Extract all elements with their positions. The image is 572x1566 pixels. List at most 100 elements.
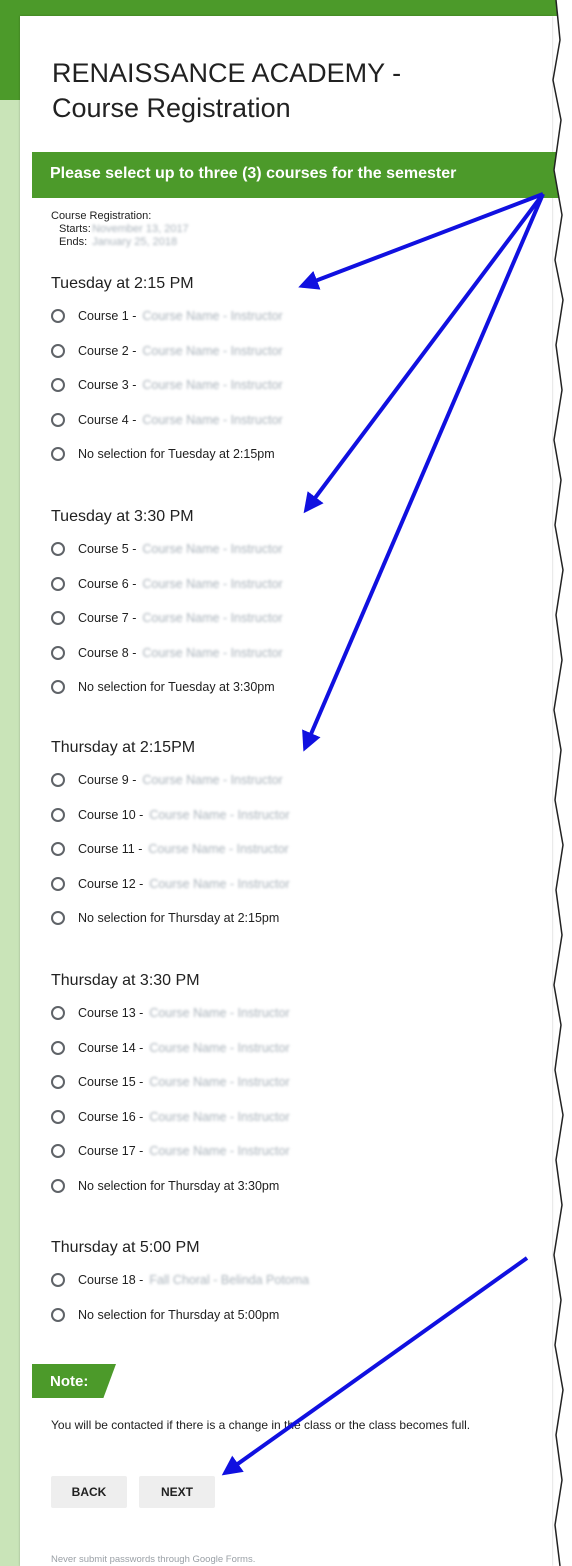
radio-button[interactable] — [51, 1075, 65, 1089]
radio-button[interactable] — [51, 1307, 65, 1322]
option-course-detail: Course Name - Instructor — [142, 378, 283, 392]
radio-button[interactable] — [51, 1144, 65, 1158]
question-title: Thursday at 5:00 PM — [51, 1239, 200, 1256]
footer-disclaimer: Never submit passwords through Google Fo… — [51, 1554, 256, 1565]
radio-button[interactable] — [51, 911, 65, 925]
option-label[interactable]: No selection for Tuesday at 3:30pm — [78, 680, 275, 694]
option-label[interactable]: Course 12 - Course Name - Instructor — [78, 877, 290, 891]
radio-option[interactable]: Course 11 - Course Name - Instructor — [51, 839, 289, 859]
option-label[interactable]: Course 13 - Course Name - Instructor — [78, 1006, 290, 1020]
radio-option[interactable]: Course 18 - Fall Choral - Belinda Potoma — [51, 1270, 309, 1290]
option-course-number: No selection for Thursday at 5:00pm — [78, 1307, 280, 1322]
option-course-number: Course 10 - — [78, 807, 144, 822]
radio-button[interactable] — [51, 876, 65, 891]
option-course-number: No selection for Thursday at 3:30pm — [78, 1178, 280, 1193]
option-label[interactable]: Course 17 - Course Name - Instructor — [78, 1144, 290, 1158]
option-label[interactable]: Course 3 - Course Name - Instructor — [78, 378, 283, 392]
option-label[interactable]: Course 10 - Course Name - Instructor — [78, 808, 290, 822]
option-label[interactable]: Course 6 - Course Name - Instructor — [78, 577, 283, 591]
radio-option[interactable]: Course 2 - Course Name - Instructor — [51, 341, 283, 361]
radio-button[interactable] — [51, 645, 65, 660]
radio-option[interactable]: Course 8 - Course Name - Instructor — [51, 643, 283, 663]
radio-option[interactable]: Course 15 - Course Name - Instructor — [51, 1072, 290, 1092]
option-label[interactable]: Course 15 - Course Name - Instructor — [78, 1075, 290, 1089]
option-course-detail: Course Name - Instructor — [142, 309, 283, 323]
radio-button[interactable] — [51, 576, 65, 591]
option-course-detail: Course Name - Instructor — [149, 876, 290, 891]
option-course-detail: Course Name - Instructor — [149, 1040, 290, 1055]
starts-label: Starts: — [59, 223, 91, 235]
theme-banner — [0, 0, 572, 16]
option-course-number: Course 8 - — [78, 645, 137, 660]
torn-edge — [552, 0, 572, 1566]
option-course-number: Course 3 - — [78, 378, 137, 392]
radio-button[interactable] — [51, 1109, 65, 1124]
radio-option[interactable]: Course 4 - Course Name - Instructor — [51, 410, 283, 430]
theme-side-band — [0, 0, 20, 1566]
option-label[interactable]: Course 9 - Course Name - Instructor — [78, 773, 283, 787]
radio-option[interactable]: Course 17 - Course Name - Instructor — [51, 1141, 290, 1161]
option-label[interactable]: Course 16 - Course Name - Instructor — [78, 1110, 290, 1124]
option-label[interactable]: No selection for Thursday at 5:00pm — [78, 1308, 279, 1322]
radio-button[interactable] — [51, 1040, 65, 1055]
ends-label: Ends: — [59, 236, 88, 248]
question-section: Tuesday at 2:15 PM Course 1 - Course Name … — [51, 274, 283, 461]
registration-dates: Course Registration: Starts: November 13… — [51, 210, 189, 249]
question-section: Tuesday at 3:30 PM Course 5 - Course Name … — [51, 507, 283, 694]
radio-button[interactable] — [51, 807, 65, 822]
radio-button[interactable] — [51, 842, 65, 856]
question-section: Thursday at 5:00 PM Course 18 - Fall Chora… — [51, 1238, 309, 1322]
question-title: Thursday at 3:30 PM — [51, 972, 200, 989]
next-button[interactable]: NEXT — [139, 1476, 215, 1508]
radio-button[interactable] — [51, 542, 65, 556]
radio-button[interactable] — [51, 1006, 65, 1020]
radio-option[interactable]: No selection for Thursday at 2:15pm — [51, 908, 279, 928]
radio-option[interactable]: Course 12 - Course Name - Instructor — [51, 874, 290, 894]
starts-row: Starts: November 13, 2017 — [51, 223, 189, 236]
question-title: Tuesday at 3:30 PM — [51, 508, 194, 525]
radio-option[interactable]: No selection for Tuesday at 2:15pm — [51, 444, 275, 464]
option-label[interactable]: No selection for Tuesday at 2:15pm — [78, 447, 275, 461]
ends-value: January 25, 2018 — [92, 236, 178, 248]
radio-option[interactable]: No selection for Thursday at 5:00pm — [51, 1305, 279, 1325]
radio-button[interactable] — [51, 680, 65, 694]
radio-button[interactable] — [51, 343, 65, 358]
option-label[interactable]: No selection for Thursday at 3:30pm — [78, 1179, 279, 1193]
radio-option[interactable]: No selection for Thursday at 3:30pm — [51, 1176, 279, 1196]
radio-button[interactable] — [51, 378, 65, 392]
radio-button[interactable] — [51, 412, 65, 427]
form-title: RENAISSANCE ACADEMY - Course Registratio… — [52, 56, 452, 126]
option-label[interactable]: Course 1 - Course Name - Instructor — [78, 309, 283, 323]
radio-option[interactable]: Course 3 - Course Name - Instructor — [51, 375, 283, 395]
section-header-bar: Please select up to three (3) courses fo… — [32, 152, 562, 198]
option-label[interactable]: Course 5 - Course Name - Instructor — [78, 542, 283, 556]
radio-option[interactable]: No selection for Tuesday at 3:30pm — [51, 677, 275, 697]
radio-button[interactable] — [51, 611, 65, 625]
radio-button[interactable] — [51, 1273, 65, 1287]
radio-button[interactable] — [51, 447, 65, 461]
radio-option[interactable]: Course 16 - Course Name - Instructor — [51, 1107, 290, 1127]
radio-button[interactable] — [51, 309, 65, 323]
option-label[interactable]: Course 4 - Course Name - Instructor — [78, 413, 283, 427]
option-label[interactable]: Course 18 - Fall Choral - Belinda Potoma — [78, 1273, 309, 1287]
form-title-line2: Course Registration — [52, 93, 291, 123]
option-label[interactable]: Course 8 - Course Name - Instructor — [78, 646, 283, 660]
option-label[interactable]: Course 2 - Course Name - Instructor — [78, 344, 283, 358]
radio-button[interactable] — [51, 773, 65, 787]
radio-option[interactable]: Course 7 - Course Name - Instructor — [51, 608, 283, 628]
radio-option[interactable]: Course 5 - Course Name - Instructor — [51, 539, 283, 559]
radio-option[interactable]: Course 13 - Course Name - Instructor — [51, 1003, 290, 1023]
radio-option[interactable]: Course 10 - Course Name - Instructor — [51, 805, 290, 825]
note-text: You will be contacted if there is a chan… — [51, 1418, 471, 1432]
radio-option[interactable]: Course 6 - Course Name - Instructor — [51, 574, 283, 594]
radio-option[interactable]: Course 14 - Course Name - Instructor — [51, 1038, 290, 1058]
note-label-tag: Note: — [32, 1364, 116, 1398]
back-button[interactable]: BACK — [51, 1476, 127, 1508]
option-label[interactable]: Course 11 - Course Name - Instructor — [78, 842, 289, 856]
radio-option[interactable]: Course 9 - Course Name - Instructor — [51, 770, 283, 790]
radio-button[interactable] — [51, 1178, 65, 1193]
option-label[interactable]: No selection for Thursday at 2:15pm — [78, 911, 279, 925]
radio-option[interactable]: Course 1 - Course Name - Instructor — [51, 306, 283, 326]
option-label[interactable]: Course 7 - Course Name - Instructor — [78, 611, 283, 625]
option-label[interactable]: Course 14 - Course Name - Instructor — [78, 1041, 290, 1055]
